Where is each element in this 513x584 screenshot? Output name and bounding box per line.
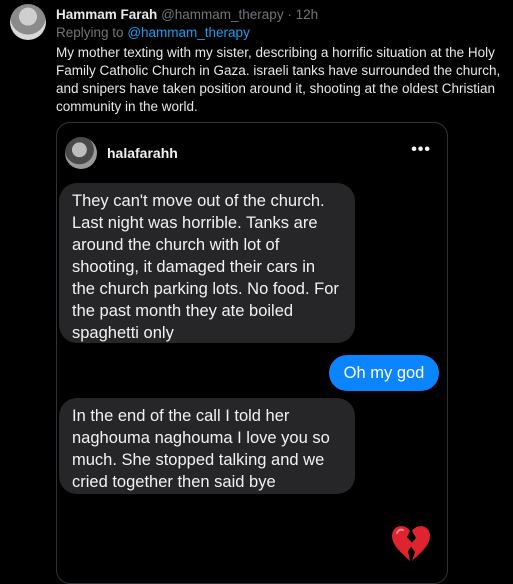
thread-username: halafarahh	[107, 145, 178, 161]
separator-dot: ·	[287, 7, 292, 22]
tweet-body: Hammam Farah @hammam_therapy · 12h Reply…	[56, 6, 508, 116]
replying-to-handle[interactable]: @hammam_therapy	[127, 25, 250, 40]
broken-heart-icon	[392, 526, 430, 561]
tweet-time[interactable]: 12h	[296, 7, 319, 22]
message-bubble-outgoing: Oh my god	[329, 355, 439, 391]
thread-avatar	[65, 137, 97, 169]
message-bubble-incoming: They can't move out of the church. Last …	[59, 183, 355, 343]
author-handle[interactable]: @hammam_therapy	[161, 7, 284, 22]
tweet-text: My mother texting with my sister, descri…	[56, 45, 501, 114]
author-avatar[interactable]	[10, 4, 46, 40]
replying-to-label: Replying to	[56, 25, 124, 40]
message-thread-header: halafarahh •••	[65, 137, 437, 171]
message-bubble-incoming: In the end of the call I told her naghou…	[59, 398, 355, 494]
author-name[interactable]: Hammam Farah	[56, 7, 157, 22]
tweet-media-image[interactable]: halafarahh ••• They can't move out of th…	[56, 122, 448, 584]
more-icon: •••	[411, 141, 431, 158]
replying-to: Replying to @hammam_therapy	[56, 24, 508, 42]
tweet-header: Hammam Farah @hammam_therapy · 12h	[56, 6, 508, 24]
